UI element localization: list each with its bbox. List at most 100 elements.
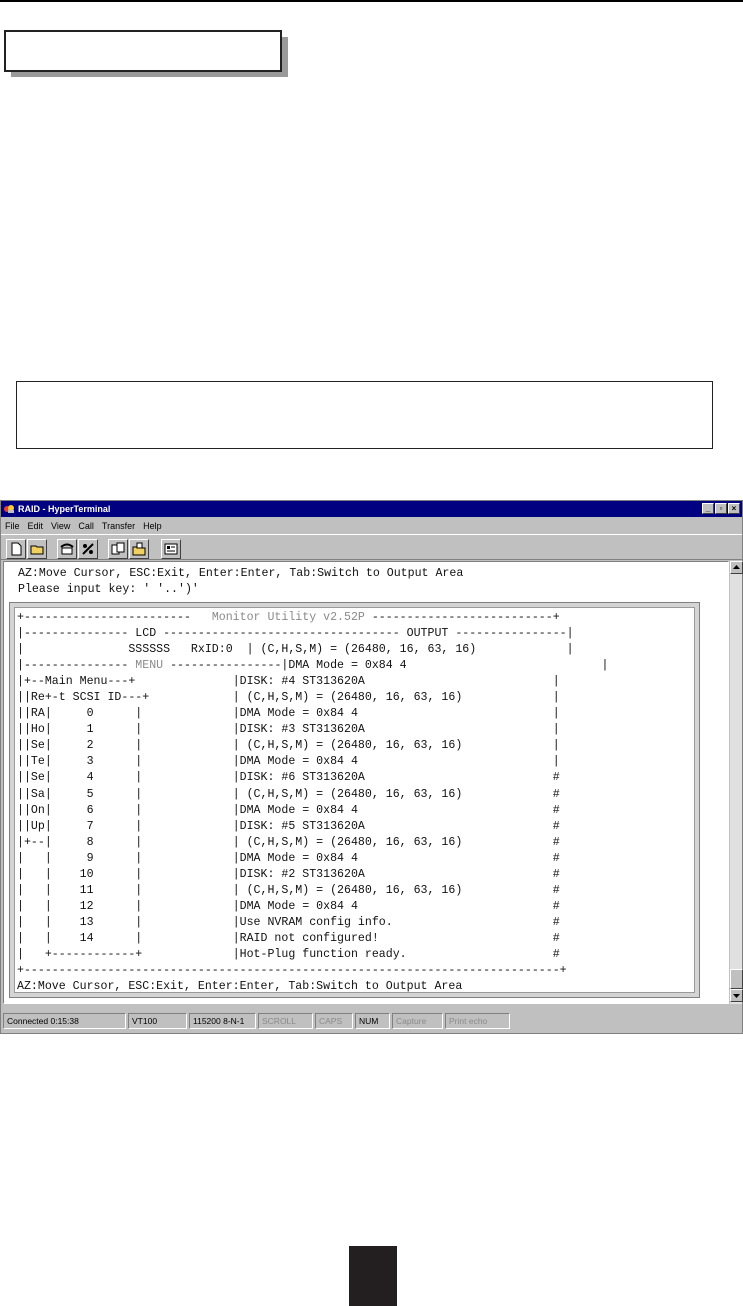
menu-row-left[interactable]: |+--Main Menu---+ (17, 675, 233, 688)
menu-row[interactable]: | +------------+ |Hot-Plug function read… (17, 947, 608, 963)
menu-row[interactable]: | | 13 | |Use NVRAM config info. # (17, 915, 608, 931)
menu-row[interactable]: | | 12 | |DMA Mode = 0x84 4 # (17, 899, 608, 915)
scroll-down-arrow-icon (733, 994, 740, 998)
terminal-header-line-2: Please input key: ' '..')' (18, 583, 199, 596)
status-capture: Capture (392, 1013, 443, 1029)
monitor-utility-panel: +------------------------ Monitor Utilit… (9, 602, 700, 998)
terminal-header-line-1: AZ:Move Cursor, ESC:Exit, Enter:Enter, T… (18, 567, 464, 580)
receive-file-icon (132, 542, 146, 556)
menu-file[interactable]: File (5, 521, 20, 531)
menu-row[interactable]: |+--| 8 | | (C,H,S,M) = (26480, 16, 63, … (17, 835, 608, 851)
phone-connect-button[interactable] (57, 539, 77, 559)
status-connected: Connected 0:15:38 (3, 1013, 126, 1029)
menu-row-left[interactable]: | | 14 | (17, 932, 233, 945)
output-row: |Use NVRAM config info. # (232, 915, 560, 929)
menu-call[interactable]: Call (78, 521, 94, 531)
menu-row[interactable]: ||Te| 3 | |DMA Mode = 0x84 4 | (17, 754, 608, 770)
menu-word: MENU (135, 659, 164, 673)
menu-row-left[interactable]: ||Se| 4 | (17, 771, 233, 784)
menu-row[interactable]: ||RA| 0 | |DMA Mode = 0x84 4 | (17, 706, 608, 722)
menu-row[interactable]: ||Se| 4 | |DISK: #6 ST313620A # (17, 770, 608, 786)
menu-row[interactable]: ||On| 6 | |DMA Mode = 0x84 4 # (17, 803, 608, 819)
hyperterminal-app-icon (4, 505, 14, 513)
menu-row[interactable]: ||Re+-t SCSI ID---+ | (C,H,S,M) = (26480… (17, 690, 608, 706)
output-row: |DISK: #3 ST313620A | (232, 723, 560, 737)
menu-row-left[interactable]: | | 13 | (17, 916, 233, 929)
note-box (16, 381, 713, 449)
menu-row-left[interactable]: | | 9 | (17, 852, 233, 865)
menu-bar: File Edit View Call Transfer Help (1, 517, 742, 534)
minimize-button[interactable]: _ (702, 503, 714, 514)
vertical-scrollbar[interactable] (729, 561, 743, 1004)
lcd-disk-row: | SSSSSS RxID:0 | (C,H,S,M) = (26480, 16… (17, 643, 574, 657)
menu-row-left[interactable]: |+--| 8 | (17, 836, 233, 849)
window-titlebar[interactable]: RAID - HyperTerminal _ ▫ × (1, 501, 742, 517)
output-row: |RAID not configured! # (232, 931, 560, 945)
screen-top-border: +------------------------ Monitor Utilit… (17, 610, 608, 626)
menu-row[interactable]: | | 9 | |DMA Mode = 0x84 4 # (17, 851, 608, 867)
output-row: | (C,H,S,M) = (26480, 16, 63, 16) # (232, 883, 560, 897)
utility-title: Monitor Utility v2.52P (211, 611, 365, 624)
menu-row-left[interactable]: | | 11 | (17, 884, 233, 897)
menu-row-left[interactable]: | | 12 | (17, 900, 233, 913)
menu-row[interactable]: ||Se| 2 | | (C,H,S,M) = (26480, 16, 63, … (17, 738, 608, 754)
send-file-button[interactable] (108, 539, 128, 559)
output-row: |DISK: #6 ST313620A # (232, 771, 560, 785)
menu-row[interactable]: | | 11 | | (C,H,S,M) = (26480, 16, 63, 1… (17, 883, 608, 899)
new-document-button[interactable] (6, 539, 26, 559)
screen-footer-help: AZ:Move Cursor, ESC:Exit, Enter:Enter, T… (17, 980, 463, 994)
status-caps: CAPS (315, 1013, 353, 1029)
menu-row-left[interactable]: ||Up| 7 | (17, 820, 233, 833)
output-row: |DISK: #2 ST313620A # (232, 867, 560, 881)
terminal-area[interactable]: AZ:Move Cursor, ESC:Exit, Enter:Enter, T… (3, 561, 729, 1004)
scroll-up-button[interactable] (730, 561, 743, 574)
scroll-thumb[interactable] (730, 969, 743, 989)
maximize-button[interactable]: ▫ (715, 503, 727, 514)
menu-row-left[interactable]: ||Te| 3 | (17, 755, 233, 768)
window-title: RAID - HyperTerminal (18, 504, 111, 514)
menu-view[interactable]: View (51, 521, 70, 531)
output-row: |DMA Mode = 0x84 4 | (232, 755, 560, 769)
menu-row[interactable]: ||Sa| 5 | | (C,H,S,M) = (26480, 16, 63, … (17, 787, 608, 803)
scroll-up-arrow-icon (733, 565, 740, 569)
menu-row-left[interactable]: ||On| 6 | (17, 804, 233, 817)
menu-row-left[interactable]: ||RA| 0 | (17, 707, 233, 720)
section-label-box (4, 30, 282, 72)
properties-button[interactable] (161, 539, 181, 559)
scroll-down-button[interactable] (730, 989, 743, 1002)
output-row: |DMA Mode = 0x84 4 # (232, 899, 560, 913)
menu-row[interactable]: |+--Main Menu---+ |DISK: #4 ST313620A | (17, 674, 608, 690)
menu-row-left[interactable]: ||Sa| 5 | (17, 788, 233, 801)
output-row: |DISK: #5 ST313620A # (232, 819, 560, 833)
menu-row-left[interactable]: ||Ho| 1 | (17, 723, 233, 736)
menu-row-left[interactable]: | | 10 | (17, 868, 233, 881)
output-row: | (C,H,S,M) = (26480, 16, 63, 16) # (232, 787, 560, 801)
menu-row[interactable]: | | 14 | |RAID not configured! # (17, 931, 608, 947)
close-button[interactable]: × (728, 503, 740, 514)
output-row: |DMA Mode = 0x84 4 | (232, 707, 560, 721)
output-row: |DISK: #4 ST313620A | (232, 675, 560, 689)
status-port-settings: 115200 8-N-1 (189, 1013, 256, 1029)
status-bar: Connected 0:15:38 VT100 115200 8-N-1 SCR… (1, 1013, 742, 1031)
menu-row[interactable]: ||Up| 7 | |DISK: #5 ST313620A # (17, 819, 608, 835)
receive-file-button[interactable] (129, 539, 149, 559)
status-emulation: VT100 (128, 1013, 187, 1029)
disconnect-button[interactable] (78, 539, 98, 559)
menu-divider-left: |--------------- (17, 659, 136, 673)
open-folder-button[interactable] (27, 539, 47, 559)
menu-row[interactable]: ||Ho| 1 | |DISK: #3 ST313620A | (17, 722, 608, 738)
output-row: |Hot-Plug function ready. # (232, 947, 560, 961)
new-document-icon (11, 542, 22, 556)
menu-help[interactable]: Help (143, 521, 162, 531)
menu-row[interactable]: | | 10 | |DISK: #2 ST313620A # (17, 867, 608, 883)
terminal-screen: +------------------------ Monitor Utilit… (17, 610, 608, 995)
menu-row-left[interactable]: | +------------+ (17, 948, 233, 961)
monitor-utility-screen: +------------------------ Monitor Utilit… (14, 607, 695, 993)
disconnect-icon (82, 543, 94, 555)
menu-row-left[interactable]: ||Re+-t SCSI ID---+ (17, 691, 233, 704)
menu-edit[interactable]: Edit (28, 521, 44, 531)
menu-divider-row: |--------------- MENU ----------------|D… (17, 658, 608, 674)
menu-row-left[interactable]: ||Se| 2 | (17, 739, 233, 752)
menu-transfer[interactable]: Transfer (102, 521, 135, 531)
border-top-right: --------------------------+ (364, 611, 560, 624)
